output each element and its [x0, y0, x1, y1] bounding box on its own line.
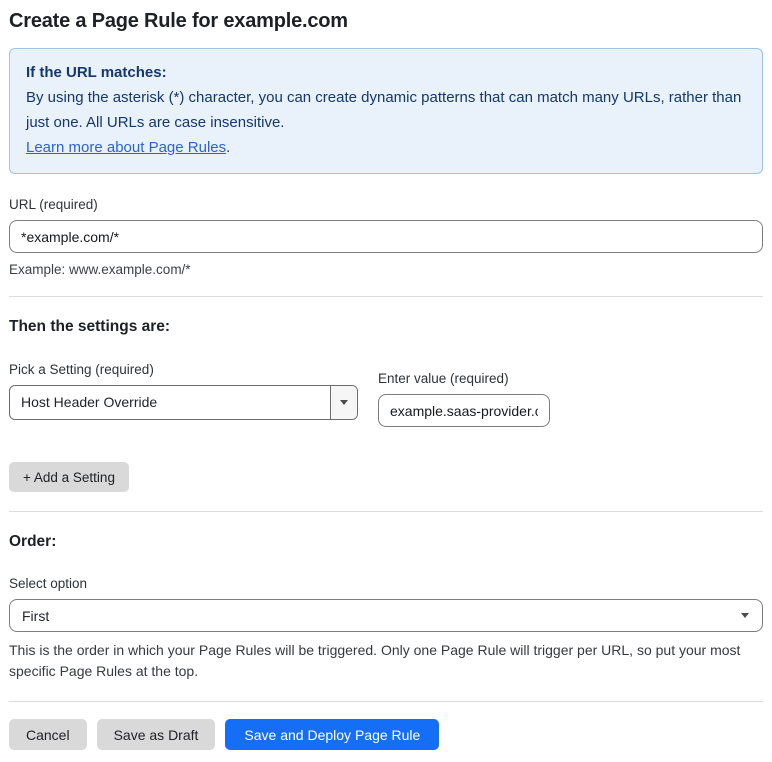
setting-picker-value: Host Header Override: [21, 394, 158, 410]
divider: [9, 701, 763, 702]
info-box-link-line: Learn more about Page Rules.: [26, 135, 746, 160]
order-select-value: First: [22, 607, 50, 624]
order-select-label: Select option: [9, 576, 88, 591]
order-select[interactable]: First: [9, 599, 763, 632]
save-deploy-button[interactable]: Save and Deploy Page Rule: [225, 719, 440, 750]
setting-value-group: Enter value (required): [378, 371, 550, 427]
chevron-down-icon: [741, 613, 749, 618]
setting-picker-dropdown[interactable]: Host Header Override: [9, 385, 358, 420]
learn-more-link-period: .: [226, 139, 231, 156]
order-help-text: This is the order in which your Page Rul…: [9, 642, 741, 679]
learn-more-link[interactable]: Learn more about Page Rules: [26, 139, 226, 156]
url-match-info-box: If the URL matches: By using the asteris…: [9, 48, 763, 174]
url-input[interactable]: [9, 220, 763, 253]
setting-value-label: Enter value (required): [378, 371, 509, 386]
info-box-heading: If the URL matches:: [26, 64, 167, 81]
chevron-down-glyph: [340, 400, 348, 405]
order-section-heading: Order:: [9, 533, 57, 550]
cancel-button[interactable]: Cancel: [9, 719, 87, 750]
url-example-text: Example: www.example.com/*: [9, 262, 191, 277]
chevron-down-icon[interactable]: [330, 386, 357, 419]
setting-value-input[interactable]: [378, 394, 550, 427]
save-draft-button[interactable]: Save as Draft: [96, 719, 216, 750]
footer-actions: Cancel Save as Draft Save and Deploy Pag…: [9, 719, 763, 750]
url-label: URL (required): [9, 197, 98, 212]
setting-picker-label: Pick a Setting (required): [9, 362, 154, 377]
create-page-rule-form: Create a Page Rule for example.com If th…: [0, 0, 772, 762]
info-box-body: By using the asterisk (*) character, you…: [26, 89, 742, 131]
divider: [9, 511, 763, 512]
add-setting-button[interactable]: + Add a Setting: [9, 462, 129, 492]
divider: [9, 296, 763, 297]
setting-row: Pick a Setting (required) Host Header Ov…: [9, 362, 763, 427]
settings-section-heading: Then the settings are:: [9, 318, 171, 335]
page-title: Create a Page Rule for example.com: [9, 10, 348, 32]
setting-picker-group: Pick a Setting (required) Host Header Ov…: [9, 362, 358, 427]
url-field-group: URL (required) Example: www.example.com/…: [9, 197, 763, 277]
